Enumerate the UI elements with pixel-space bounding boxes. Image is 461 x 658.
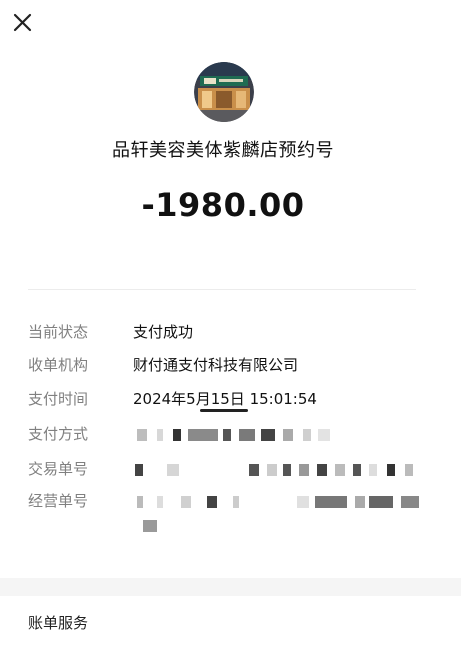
detail-label: 支付方式 (28, 425, 89, 443)
merchant-name: 品轩美容美体紫麟店预约号 (112, 140, 334, 161)
detail-label: 收单机构 (28, 356, 89, 374)
close-button[interactable] (10, 10, 36, 36)
redacted-business-number (133, 496, 433, 510)
detail-label: 经营单号 (28, 492, 89, 510)
detail-row-payment-method: 支付方式 (28, 423, 428, 447)
detail-row-status: 当前状态 支付成功 (28, 321, 428, 345)
bill-service-title: 账单服务 (28, 614, 89, 632)
detail-label: 交易单号 (28, 460, 89, 478)
merchant-avatar (194, 62, 254, 122)
detail-row-transaction-number: 交易单号 (28, 458, 428, 482)
detail-value: 财付通支付科技有限公司 (133, 356, 299, 374)
storefront-image (194, 62, 254, 122)
redacted-business-number-line2 (133, 520, 433, 534)
redacted-transaction-number (133, 464, 433, 478)
bill-service-section[interactable]: 账单服务 (0, 596, 461, 658)
detail-row-acquirer: 收单机构 财付通支付科技有限公司 (28, 354, 428, 378)
detail-row-payment-time: 支付时间 2024年5月15日 15:01:54 (28, 388, 428, 412)
transaction-amount: -1980.00 (141, 186, 305, 224)
close-icon (13, 13, 32, 32)
detail-value: 2024年5月15日 15:01:54 (133, 390, 317, 408)
redacted-payment-method (133, 429, 433, 443)
transaction-detail-card: 品轩美容美体紫麟店预约号 -1980.00 当前状态 支付成功 收单机构 财付通… (0, 0, 461, 578)
detail-label: 支付时间 (28, 390, 89, 408)
detail-value: 支付成功 (133, 323, 194, 341)
detail-row-business-number: 经营单号 (28, 490, 428, 540)
divider (28, 289, 416, 290)
detail-label: 当前状态 (28, 323, 89, 341)
handwritten-underline (200, 409, 248, 412)
